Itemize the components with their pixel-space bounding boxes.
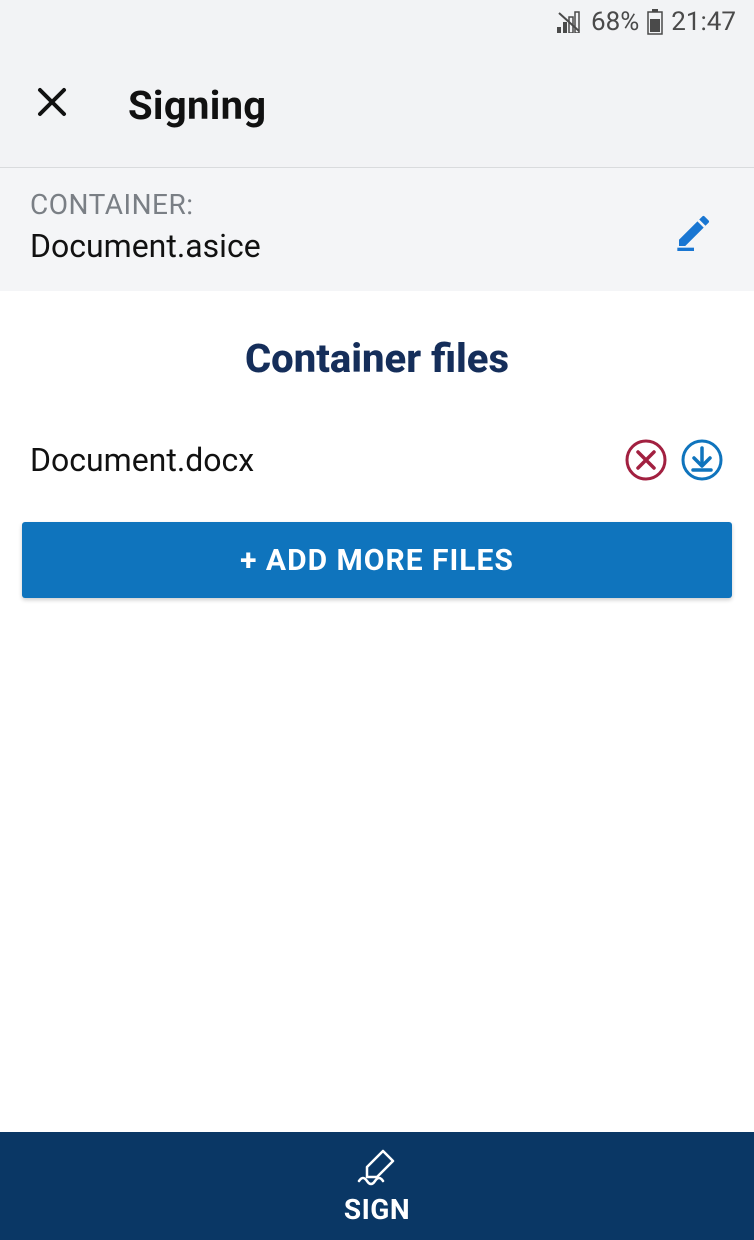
remove-file-icon[interactable] — [624, 438, 668, 482]
clock-time: 21:47 — [671, 7, 736, 37]
container-section: CONTAINER: Document.asice — [0, 168, 754, 291]
sign-button[interactable]: SIGN — [0, 1132, 754, 1240]
cellular-signal-icon — [557, 11, 583, 33]
container-name: Document.asice — [30, 227, 261, 265]
battery-icon — [647, 9, 663, 35]
container-info: CONTAINER: Document.asice — [30, 188, 261, 265]
file-name: Document.docx — [30, 441, 254, 479]
page-title: Signing — [128, 82, 266, 129]
add-more-files-button[interactable]: + ADD MORE FILES — [22, 522, 732, 598]
status-bar: 68% 21:47 — [0, 0, 754, 44]
signature-icon — [353, 1147, 401, 1191]
file-row: Document.docx — [0, 438, 754, 482]
edit-icon[interactable] — [664, 201, 724, 265]
download-file-icon[interactable] — [680, 438, 724, 482]
app-bar: Signing — [0, 44, 754, 168]
container-label: CONTAINER: — [30, 188, 261, 221]
add-more-label: + ADD MORE FILES — [240, 543, 514, 578]
battery-percentage: 68% — [591, 7, 639, 37]
files-title: Container files — [0, 335, 754, 382]
close-icon[interactable] — [36, 85, 68, 127]
files-area: Container files Document.docx — [0, 291, 754, 1132]
file-actions — [624, 438, 724, 482]
sign-label: SIGN — [344, 1193, 410, 1226]
